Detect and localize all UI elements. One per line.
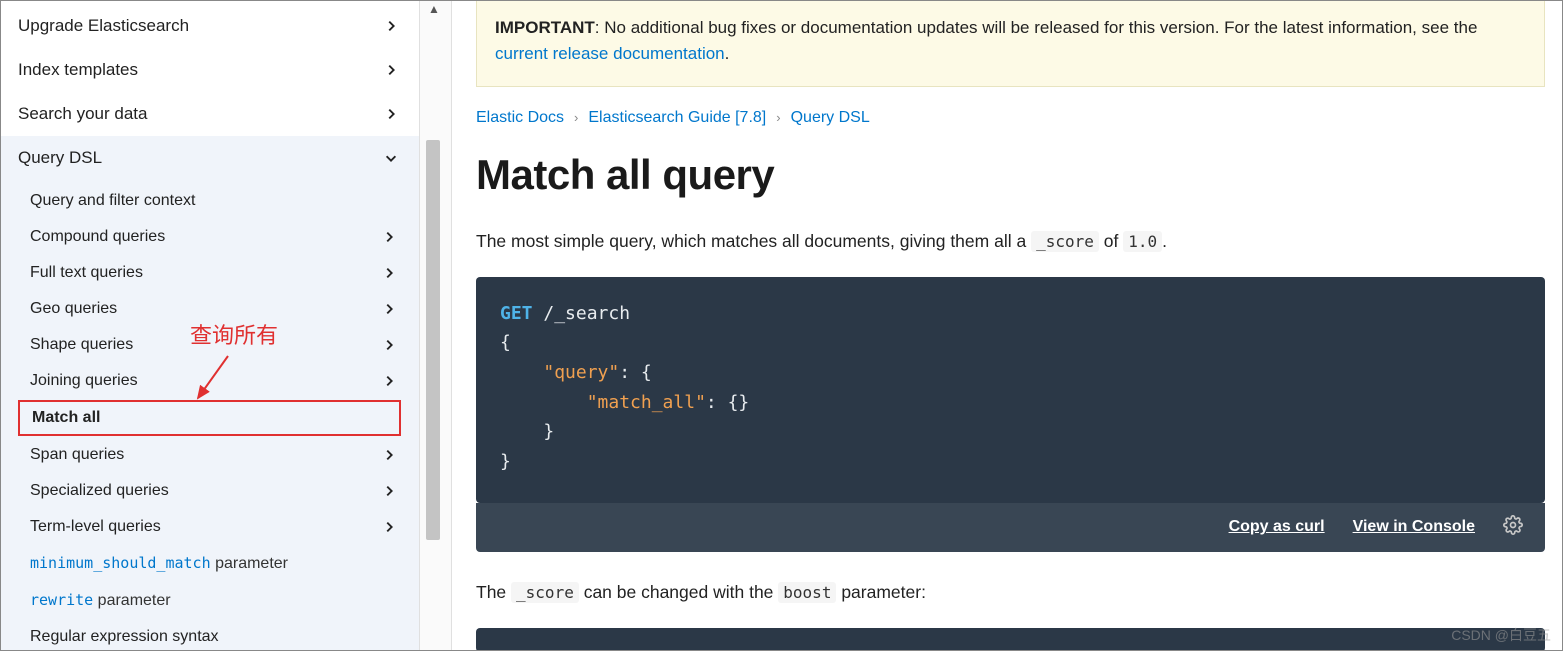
param-code: minimum_should_match xyxy=(30,554,211,572)
chevron-right-icon xyxy=(383,62,399,78)
important-notice: IMPORTANT: No additional bug fixes or do… xyxy=(476,0,1545,87)
breadcrumb-item[interactable]: Query DSL xyxy=(791,109,870,127)
sidebar-item-label: Query and filter context xyxy=(30,192,195,210)
inline-code: 1.0 xyxy=(1123,231,1162,252)
sidebar-item-label: Query DSL xyxy=(18,148,102,168)
notice-period: . xyxy=(725,44,730,63)
param-suffix: parameter xyxy=(211,555,288,572)
sidebar-item-label: Geo queries xyxy=(30,300,117,318)
breadcrumb-item[interactable]: Elastic Docs xyxy=(476,109,564,127)
sidebar-item[interactable]: Span queries xyxy=(0,437,419,473)
code-block-partial xyxy=(476,628,1545,651)
sidebar-item[interactable]: Full text queries xyxy=(0,255,419,291)
chevron-right-icon xyxy=(381,447,397,463)
sidebar-item[interactable]: Geo queries xyxy=(0,291,419,327)
chevron-right-icon xyxy=(381,373,397,389)
sidebar-item[interactable]: Index templates xyxy=(0,48,419,92)
chevron-down-icon xyxy=(383,150,399,166)
chevron-right-icon xyxy=(383,106,399,122)
inline-code: _score xyxy=(1031,231,1099,252)
scrollbar[interactable]: ▲ xyxy=(420,0,452,651)
sidebar-item-match-all[interactable]: Match all xyxy=(18,400,401,436)
page-title: Match all query xyxy=(476,151,1545,199)
scroll-thumb[interactable] xyxy=(426,140,440,540)
chevron-right-icon xyxy=(383,18,399,34)
sidebar-item[interactable]: Upgrade Elasticsearch xyxy=(0,4,419,48)
sidebar-item-label: Regular expression syntax xyxy=(30,628,219,646)
breadcrumb-item[interactable]: Elasticsearch Guide [7.8] xyxy=(588,109,766,127)
sidebar-item-label: Shape queries xyxy=(30,336,133,354)
sidebar: Upgrade Elasticsearch Index templates Sear… xyxy=(0,0,420,651)
sidebar-item-label: Search your data xyxy=(18,104,147,124)
sidebar-item[interactable]: Query and filter context xyxy=(0,183,419,219)
sidebar-item-label: Index templates xyxy=(18,60,138,80)
sidebar-item-label: Upgrade Elasticsearch xyxy=(18,16,189,36)
param-suffix: parameter xyxy=(93,592,170,609)
sidebar-item-label: Match all xyxy=(32,409,100,427)
main-content: IMPORTANT: No additional bug fixes or do… xyxy=(452,0,1563,651)
sidebar-param-item[interactable]: minimum_should_match parameter xyxy=(0,545,419,582)
intro-text: The most simple query, which matches all… xyxy=(476,227,1545,255)
sidebar-param-item[interactable]: rewrite parameter xyxy=(0,582,419,619)
sidebar-item[interactable]: Specialized queries xyxy=(0,473,419,509)
watermark: CSDN @白豆五 xyxy=(1451,625,1551,645)
breadcrumb: Elastic Docs › Elasticsearch Guide [7.8]… xyxy=(476,109,1545,127)
sidebar-item[interactable]: Term-level queries xyxy=(0,509,419,545)
chevron-right-icon xyxy=(381,265,397,281)
sidebar-item[interactable]: Regular expression syntax xyxy=(0,619,419,651)
sidebar-item-label: Joining queries xyxy=(30,372,138,390)
scroll-up-icon[interactable]: ▲ xyxy=(428,2,440,16)
outro-text: The _score can be changed with the boost… xyxy=(476,578,1545,606)
chevron-right-icon: › xyxy=(574,110,578,125)
sidebar-item[interactable]: Shape queries xyxy=(0,327,419,363)
sidebar-sub-list: Query and filter context Compound queries… xyxy=(0,180,419,651)
gear-icon[interactable] xyxy=(1503,515,1523,540)
sidebar-item-label: Term-level queries xyxy=(30,518,161,536)
chevron-right-icon xyxy=(381,519,397,535)
param-code: rewrite xyxy=(30,591,93,609)
chevron-right-icon xyxy=(381,229,397,245)
copy-as-curl-link[interactable]: Copy as curl xyxy=(1229,518,1325,536)
notice-text: : No additional bug fixes or documentati… xyxy=(595,18,1478,37)
inline-code: boost xyxy=(778,582,836,603)
sidebar-item-label: Full text queries xyxy=(30,264,143,282)
sidebar-item[interactable]: Compound queries xyxy=(0,219,419,255)
chevron-right-icon xyxy=(381,337,397,353)
code-block: GET /_search { "query": { "match_all": {… xyxy=(476,277,1545,503)
sidebar-item-label: Compound queries xyxy=(30,228,165,246)
code-footer: Copy as curl View in Console xyxy=(476,503,1545,552)
chevron-right-icon xyxy=(381,301,397,317)
sidebar-item[interactable]: Joining queries xyxy=(0,363,419,399)
view-in-console-link[interactable]: View in Console xyxy=(1353,518,1475,536)
inline-code: _score xyxy=(511,582,579,603)
notice-prefix: IMPORTANT xyxy=(495,18,595,37)
sidebar-item-query-dsl[interactable]: Query DSL xyxy=(0,136,419,180)
sidebar-item-label: Span queries xyxy=(30,446,124,464)
chevron-right-icon: › xyxy=(776,110,780,125)
code-content: GET /_search { "query": { "match_all": {… xyxy=(476,277,1545,503)
chevron-right-icon xyxy=(381,483,397,499)
notice-link[interactable]: current release documentation xyxy=(495,44,725,63)
sidebar-item-label: Specialized queries xyxy=(30,482,169,500)
sidebar-item[interactable]: Search your data xyxy=(0,92,419,136)
